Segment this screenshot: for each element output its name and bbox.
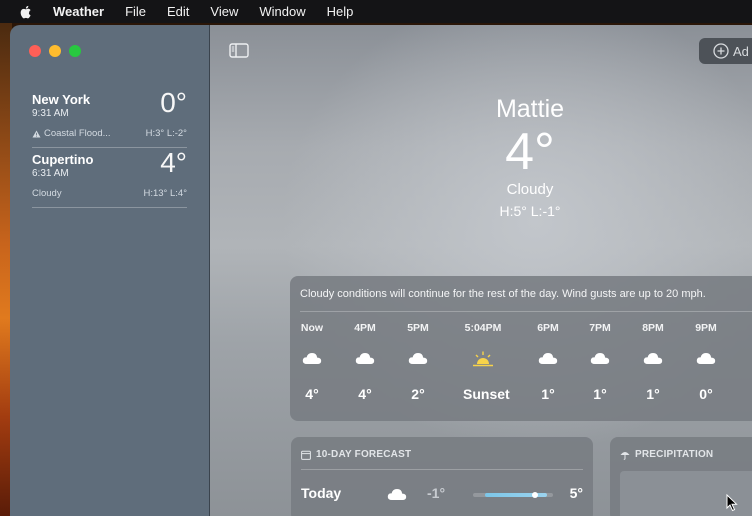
mouse-cursor-icon (726, 494, 738, 512)
main-panel: Ad Mattie 4° Cloudy H:5° L:-1° Cloudy co… (210, 25, 752, 516)
card-title: PRECIPITATION (620, 449, 713, 460)
location-hilo: H:3° L:-2° (145, 128, 187, 139)
current-hilo: H:5° L:-1° (499, 203, 561, 219)
cloud-icon (686, 351, 726, 371)
current-temperature: 4° (505, 123, 555, 181)
temperature-range-bar (473, 492, 553, 498)
hour-label: 7PM (589, 322, 611, 334)
cloud-icon (387, 489, 407, 500)
plus-circle-icon (713, 43, 729, 59)
sunset-icon (463, 351, 503, 371)
location-hilo: H:13° L:4° (143, 188, 187, 199)
hour-temp: 1° (593, 386, 607, 402)
menu-edit[interactable]: Edit (167, 4, 189, 19)
add-button-label: Ad (733, 43, 749, 59)
hour-label: Now (300, 322, 324, 334)
hour-temp: 2° (411, 386, 425, 402)
divider (300, 311, 752, 312)
calendar-icon (301, 450, 311, 460)
hourly-item: 4PM 4° (345, 322, 385, 402)
apple-logo-icon[interactable] (18, 4, 34, 20)
location-condition: Cloudy (32, 188, 62, 199)
location-name: Mattie (495, 95, 565, 123)
umbrella-icon (620, 451, 630, 460)
location-city: New York (32, 92, 91, 107)
location-item-cupertino[interactable]: Cupertino 6:31 AM 4° Cloudy H:13° L:4° (32, 147, 187, 208)
cloud-icon (292, 351, 332, 371)
menu-view[interactable]: View (210, 4, 238, 19)
hour-temp: 0° (699, 386, 713, 402)
cloud-icon (398, 351, 438, 371)
menu-window[interactable]: Window (259, 4, 305, 19)
hourly-item: 5:04PM Sunset (463, 322, 510, 402)
forecast-high: 5° (569, 485, 583, 501)
hourly-item: 5PM 2° (398, 322, 438, 402)
location-temp: 0° (160, 87, 187, 118)
forecast-row[interactable]: Today -1° 5° (301, 485, 583, 505)
close-button[interactable] (29, 45, 41, 57)
hour-label: 6PM (537, 322, 559, 334)
cloud-icon (580, 351, 620, 371)
forecast-day: Today (301, 485, 342, 501)
ten-day-forecast-title: 10-DAY FORECAST (316, 449, 412, 460)
menu-help[interactable]: Help (327, 4, 354, 19)
hourly-item: 6PM 1° (528, 322, 568, 402)
cloud-icon (633, 351, 673, 371)
current-temp-marker (532, 492, 538, 498)
hour-temp: 1° (541, 386, 555, 402)
hour-temp: 4° (305, 386, 319, 402)
hour-temp: 1° (646, 386, 660, 402)
hourly-summary: Cloudy conditions will continue for the … (300, 288, 706, 300)
hourly-item: Now 4° (292, 322, 332, 402)
sidebar: New York 9:31 AM 0° Coastal Flood... H:3… (10, 25, 210, 516)
menu-bar: Weather File Edit View Window Help (0, 0, 752, 23)
location-temp: 4° (160, 147, 187, 178)
location-time: 6:31 AM (32, 168, 69, 179)
cloud-icon (345, 351, 385, 371)
menu-app-weather[interactable]: Weather (53, 4, 104, 19)
ten-day-forecast-card[interactable]: 10-DAY FORECAST Today -1° 5° (291, 437, 593, 516)
hour-temp: 4° (358, 386, 372, 402)
add-button[interactable]: Ad (699, 38, 752, 64)
forecast-low: -1° (427, 485, 446, 501)
hour-label: 4PM (354, 322, 376, 334)
location-condition: Coastal Flood... (32, 128, 111, 139)
hour-label: 8PM (642, 322, 664, 334)
hour-temp: Sunset (463, 386, 510, 402)
warning-triangle-icon (32, 130, 41, 137)
sidebar-toggle-icon[interactable] (229, 43, 249, 58)
hourly-item: 8PM 1° (633, 322, 673, 402)
card-title: 10-DAY FORECAST (301, 449, 411, 460)
location-time: 9:31 AM (32, 108, 69, 119)
hour-label: 5:04PM (464, 322, 502, 334)
cloud-icon (528, 351, 568, 371)
precipitation-title: PRECIPITATION (635, 449, 714, 460)
hourly-item: 7PM 1° (580, 322, 620, 402)
divider (301, 469, 583, 470)
location-item-new-york[interactable]: New York 9:31 AM 0° Coastal Flood... H:3… (32, 87, 187, 148)
location-condition-text: Coastal Flood... (44, 128, 111, 139)
current-conditions: Mattie 4° Cloudy H:5° L:-1° (460, 95, 600, 219)
hourly-forecast-card[interactable]: Cloudy conditions will continue for the … (290, 276, 752, 421)
weather-window: New York 9:31 AM 0° Coastal Flood... H:3… (10, 25, 752, 516)
hour-label: 5PM (407, 322, 429, 334)
window-controls (29, 45, 81, 57)
minimize-button[interactable] (49, 45, 61, 57)
zoom-button[interactable] (69, 45, 81, 57)
current-condition: Cloudy (506, 181, 554, 198)
hourly-item: 9PM 0° (686, 322, 726, 402)
menu-file[interactable]: File (125, 4, 146, 19)
location-city: Cupertino (32, 152, 94, 167)
hour-label: 9PM (695, 322, 717, 334)
